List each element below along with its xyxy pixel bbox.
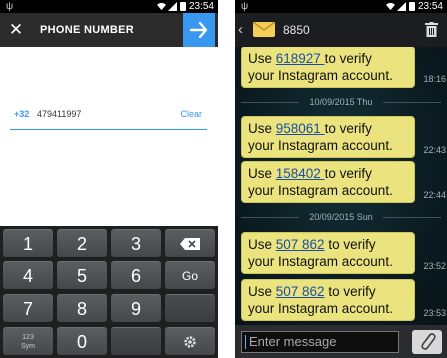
message-line-2: your Instagram account. [248, 68, 393, 83]
message-text-before: Use [248, 237, 276, 252]
backspace-key[interactable] [165, 229, 215, 257]
signal-icon [397, 2, 406, 11]
numeric-keypad: 1 2 3 4 5 6 Go 7 8 9 123 Sym 0 [0, 226, 218, 358]
conversation-header: ‹ 8850 [235, 13, 447, 47]
message-text-after: to verify [324, 166, 372, 181]
key-6[interactable]: 6 [111, 261, 161, 289]
gear-icon [184, 336, 196, 348]
symbols-key-label-bottom: Sym [21, 343, 35, 350]
compose-bar: Enter message [235, 325, 447, 358]
message-time: 22:44 [423, 190, 446, 200]
status-time: 23:54 [188, 1, 214, 12]
message-line-2: your Instagram account. [248, 301, 393, 316]
message-text-after: to verify [324, 121, 372, 136]
message-bubble[interactable]: Use 507 862 to verify your Instagram acc… [241, 232, 415, 274]
message-line-2: your Instagram account. [248, 254, 393, 269]
verification-code-link[interactable]: 507 862 [276, 284, 325, 299]
backspace-icon [180, 238, 200, 250]
status-bar: ψ 23:54 [0, 0, 218, 13]
status-time: 23:54 [417, 1, 443, 12]
phone-number-value[interactable]: 479411997 [37, 109, 81, 119]
close-button[interactable]: ✕ [6, 20, 26, 40]
sms-conversation-screen: ψ 23:54 ‹ 8850 Use 618927 to verify your… [235, 0, 447, 358]
clear-button[interactable]: Clear [180, 109, 202, 119]
sender-name: 8850 [283, 23, 310, 37]
message-line-2: your Instagram account. [248, 138, 393, 153]
date-separator-label: 20/09/2015 Sun [309, 212, 373, 222]
symbols-key-label-top: 123 [22, 334, 34, 341]
message-time: 23:53 [423, 308, 446, 318]
key-9[interactable]: 9 [111, 294, 161, 322]
go-key[interactable]: Go [165, 261, 215, 289]
key-7[interactable]: 7 [3, 294, 53, 322]
key-4[interactable]: 4 [3, 261, 53, 289]
wifi-icon [157, 2, 166, 11]
space-key[interactable] [111, 327, 161, 355]
next-button[interactable] [183, 13, 215, 47]
signal-icon [168, 2, 177, 11]
message-time: 23:52 [423, 261, 446, 271]
phone-number-screen: ψ 23:54 ✕ PHONE NUMBER +32 479411997 Cle… [0, 0, 218, 358]
message-list[interactable]: Use 618927 to verify your Instagram acco… [235, 47, 447, 325]
message-text-after: to verify [324, 51, 372, 66]
verification-code-link[interactable]: 958061 [276, 121, 325, 136]
wifi-icon [386, 2, 395, 11]
envelope-icon [252, 21, 276, 37]
header-bar: ✕ PHONE NUMBER [0, 13, 218, 47]
verification-code-link[interactable]: 618927 [276, 51, 325, 66]
attach-button[interactable] [412, 330, 442, 354]
message-time: 18:16 [423, 74, 446, 84]
page-title: PHONE NUMBER [40, 24, 135, 36]
date-separator-label: 10/09/2015 Thu [309, 97, 373, 107]
key-5[interactable]: 5 [57, 261, 107, 289]
key-1[interactable]: 1 [3, 229, 53, 257]
key-2[interactable]: 2 [57, 229, 107, 257]
message-input[interactable]: Enter message [241, 331, 399, 353]
battery-icon [180, 2, 186, 11]
message-bubble[interactable]: Use 507 862 to verify your Instagram acc… [241, 279, 415, 321]
message-bubble[interactable]: Use 958061 to verify your Instagram acco… [241, 116, 415, 158]
verification-code-link[interactable]: 158402 [276, 166, 325, 181]
settings-key[interactable] [165, 327, 215, 355]
message-bubble[interactable]: Use 618927 to verify your Instagram acco… [241, 47, 415, 88]
status-bar-right: ψ 23:54 [235, 0, 447, 13]
message-text-before: Use [248, 284, 276, 299]
key-3[interactable]: 3 [111, 229, 161, 257]
key-8[interactable]: 8 [57, 294, 107, 322]
back-button[interactable]: ‹ [238, 20, 243, 40]
usb-icon: ψ [241, 1, 249, 12]
date-separator: 20/09/2015 Sun [241, 211, 441, 223]
message-text-before: Use [248, 51, 276, 66]
text-caret [245, 335, 246, 349]
date-separator: 10/09/2015 Thu [241, 96, 441, 108]
battery-icon [409, 2, 415, 11]
arrow-right-icon [189, 21, 208, 39]
country-code-selector[interactable]: +32 [14, 109, 29, 119]
usb-icon: ψ [6, 1, 14, 12]
paperclip-icon [421, 333, 436, 350]
message-text-after: to verify [324, 237, 376, 252]
blank-key[interactable] [165, 294, 215, 322]
symbols-key[interactable]: 123 Sym [3, 327, 53, 355]
verification-code-link[interactable]: 507 862 [276, 237, 325, 252]
phone-number-field[interactable]: +32 479411997 Clear [10, 107, 207, 130]
message-line-2: your Instagram account. [248, 183, 393, 198]
message-bubble[interactable]: Use 158402 to verify your Instagram acco… [241, 161, 415, 203]
message-time: 22:43 [423, 145, 446, 155]
key-0[interactable]: 0 [57, 327, 107, 355]
message-input-placeholder: Enter message [249, 334, 337, 349]
message-text-after: to verify [324, 284, 376, 299]
trash-icon[interactable] [425, 22, 438, 37]
message-text-before: Use [248, 121, 276, 136]
message-text-before: Use [248, 166, 276, 181]
